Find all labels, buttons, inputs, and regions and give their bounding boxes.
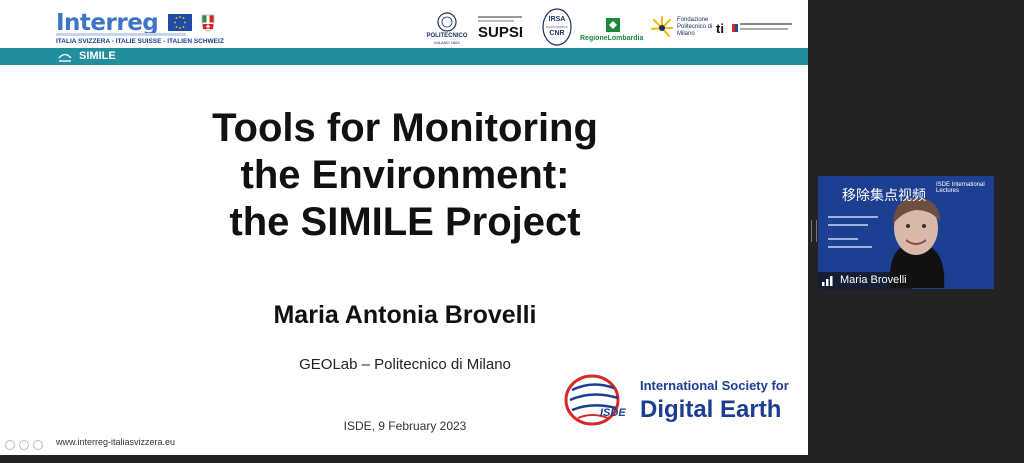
signal-bars-icon xyxy=(822,276,833,286)
participant-video-tile[interactable]: ISDE International Lectures 移除集点视频 Maria… xyxy=(818,176,994,289)
cnr-label: CNR xyxy=(549,30,565,37)
panel-resize-handle[interactable] xyxy=(811,220,817,242)
video-bg-line xyxy=(828,216,878,218)
project-band: SIMILE xyxy=(0,48,808,65)
video-bg-line xyxy=(828,224,868,226)
presentation-slide: Interreg ITALIA SVIZZERA - ITALIE SUISSE… xyxy=(0,0,808,455)
ti-label: ti xyxy=(716,21,724,36)
eu-flag-icon xyxy=(168,14,192,31)
interreg-program: ITALIA SVIZZERA - ITALIE SUISSE - ITALIE… xyxy=(56,38,224,45)
isde-globe-icon: ISDE xyxy=(564,374,626,426)
slide-title: Tools for Monitoring the Environment: th… xyxy=(120,105,690,246)
video-bg-line xyxy=(828,238,858,240)
lombardia-label: RegioneLombardia xyxy=(580,35,644,42)
isde-mark: ISDE xyxy=(600,407,626,419)
supsi-label: SUPSI xyxy=(478,24,524,41)
author-affiliation: GEOLab – Politecnico di Milano xyxy=(299,356,511,373)
simile-lake-icon xyxy=(58,53,72,62)
fondazione-polimi-logo: Fondazione Politecnico di Milano xyxy=(650,15,712,45)
isde-logo: ISDE International Society for Digital E… xyxy=(562,372,789,428)
polimi-label: POLITECNICO xyxy=(426,33,468,39)
interreg-tagline-decor xyxy=(56,33,186,36)
slide-title-line3: the SIMILE Project xyxy=(229,200,581,244)
project-name: SIMILE xyxy=(79,50,116,62)
supsi-logo: SUPSI xyxy=(478,14,534,44)
polimi-logo: POLITECNICO MILANO 1863 xyxy=(424,12,470,46)
video-watermark: 移除集点视频 xyxy=(842,188,926,204)
website-url: www.interreg-italiasvizzera.eu xyxy=(56,437,176,447)
fondazione-label: Fondazione Politecnico di Milano xyxy=(677,17,713,37)
slide-menu-control-icon[interactable] xyxy=(33,440,43,450)
slide-header: Interreg ITALIA SVIZZERA - ITALIE SUISSE… xyxy=(0,0,808,48)
participant-name: Maria Brovelli xyxy=(840,274,907,286)
isde-name-line1: International Society for xyxy=(640,378,789,393)
regione-lombardia-logo: RegioneLombardia xyxy=(580,17,644,45)
isde-name-line2: Digital Earth xyxy=(640,396,782,423)
ticino-logo: ti xyxy=(716,21,796,41)
author-name: Maria Antonia Brovelli xyxy=(273,301,537,329)
slide-title-line1: Tools for Monitoring xyxy=(212,106,598,150)
swiss-italy-shield-icon xyxy=(201,14,215,32)
slide-prev-control-icon[interactable] xyxy=(5,440,15,450)
irsa-cnr-logo: IRSA CNR xyxy=(541,7,573,47)
irsa-label: IRSA xyxy=(548,16,566,23)
slide-next-control-icon[interactable] xyxy=(19,440,29,450)
slide-title-line2: the Environment: xyxy=(240,153,570,197)
polimi-sublabel: MILANO 1863 xyxy=(434,40,460,45)
event-date: ISDE, 9 February 2023 xyxy=(343,419,467,433)
video-bg-line xyxy=(828,246,872,248)
